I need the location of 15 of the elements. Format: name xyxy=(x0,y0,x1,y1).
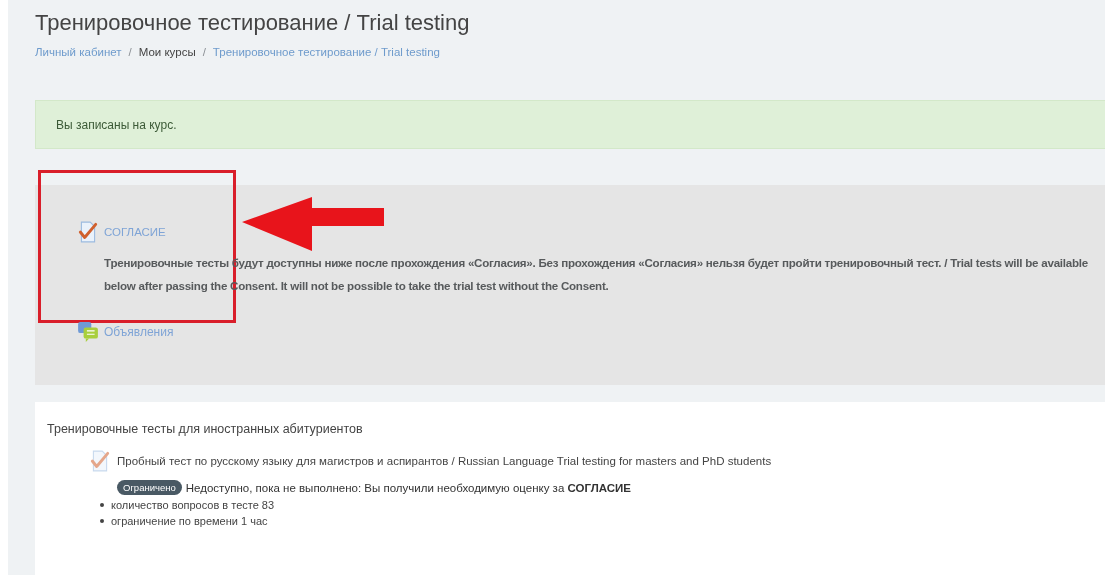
success-alert: Вы записаны на курс. xyxy=(35,100,1105,149)
section-title: Тренировочные тесты для иностранных абитуриентов xyxy=(47,422,364,436)
breadcrumb-item: Мои курсы xyxy=(138,46,196,58)
detail-text: ограничение по времени 1 час xyxy=(111,515,268,527)
restriction-text: Недоступно, пока не выполнено: Вы получили необходимую оценку за СОГЛАСИЕ xyxy=(185,481,631,494)
activity-name: Пробный тест по русскому языку для магистров и аспирантов / Russian Language Trial testing for masters and PhD students xyxy=(117,455,772,467)
page-title: Тренировочное тестирование / Trial testing xyxy=(35,10,471,36)
restricted-badge: Ограничено xyxy=(117,480,182,495)
breadcrumb-item[interactable]: Личный кабинет xyxy=(35,46,122,58)
activity-link[interactable]: СОГЛАСИЕ xyxy=(104,226,166,238)
detail-text: количество вопросов в тесте 83 xyxy=(111,499,275,511)
breadcrumb-separator: / xyxy=(202,46,206,58)
breadcrumb-separator: / xyxy=(128,46,132,58)
breadcrumb-item[interactable]: Тренировочное тестирование / Trial testing xyxy=(212,46,440,58)
activity-link[interactable]: Объявления xyxy=(104,325,174,339)
